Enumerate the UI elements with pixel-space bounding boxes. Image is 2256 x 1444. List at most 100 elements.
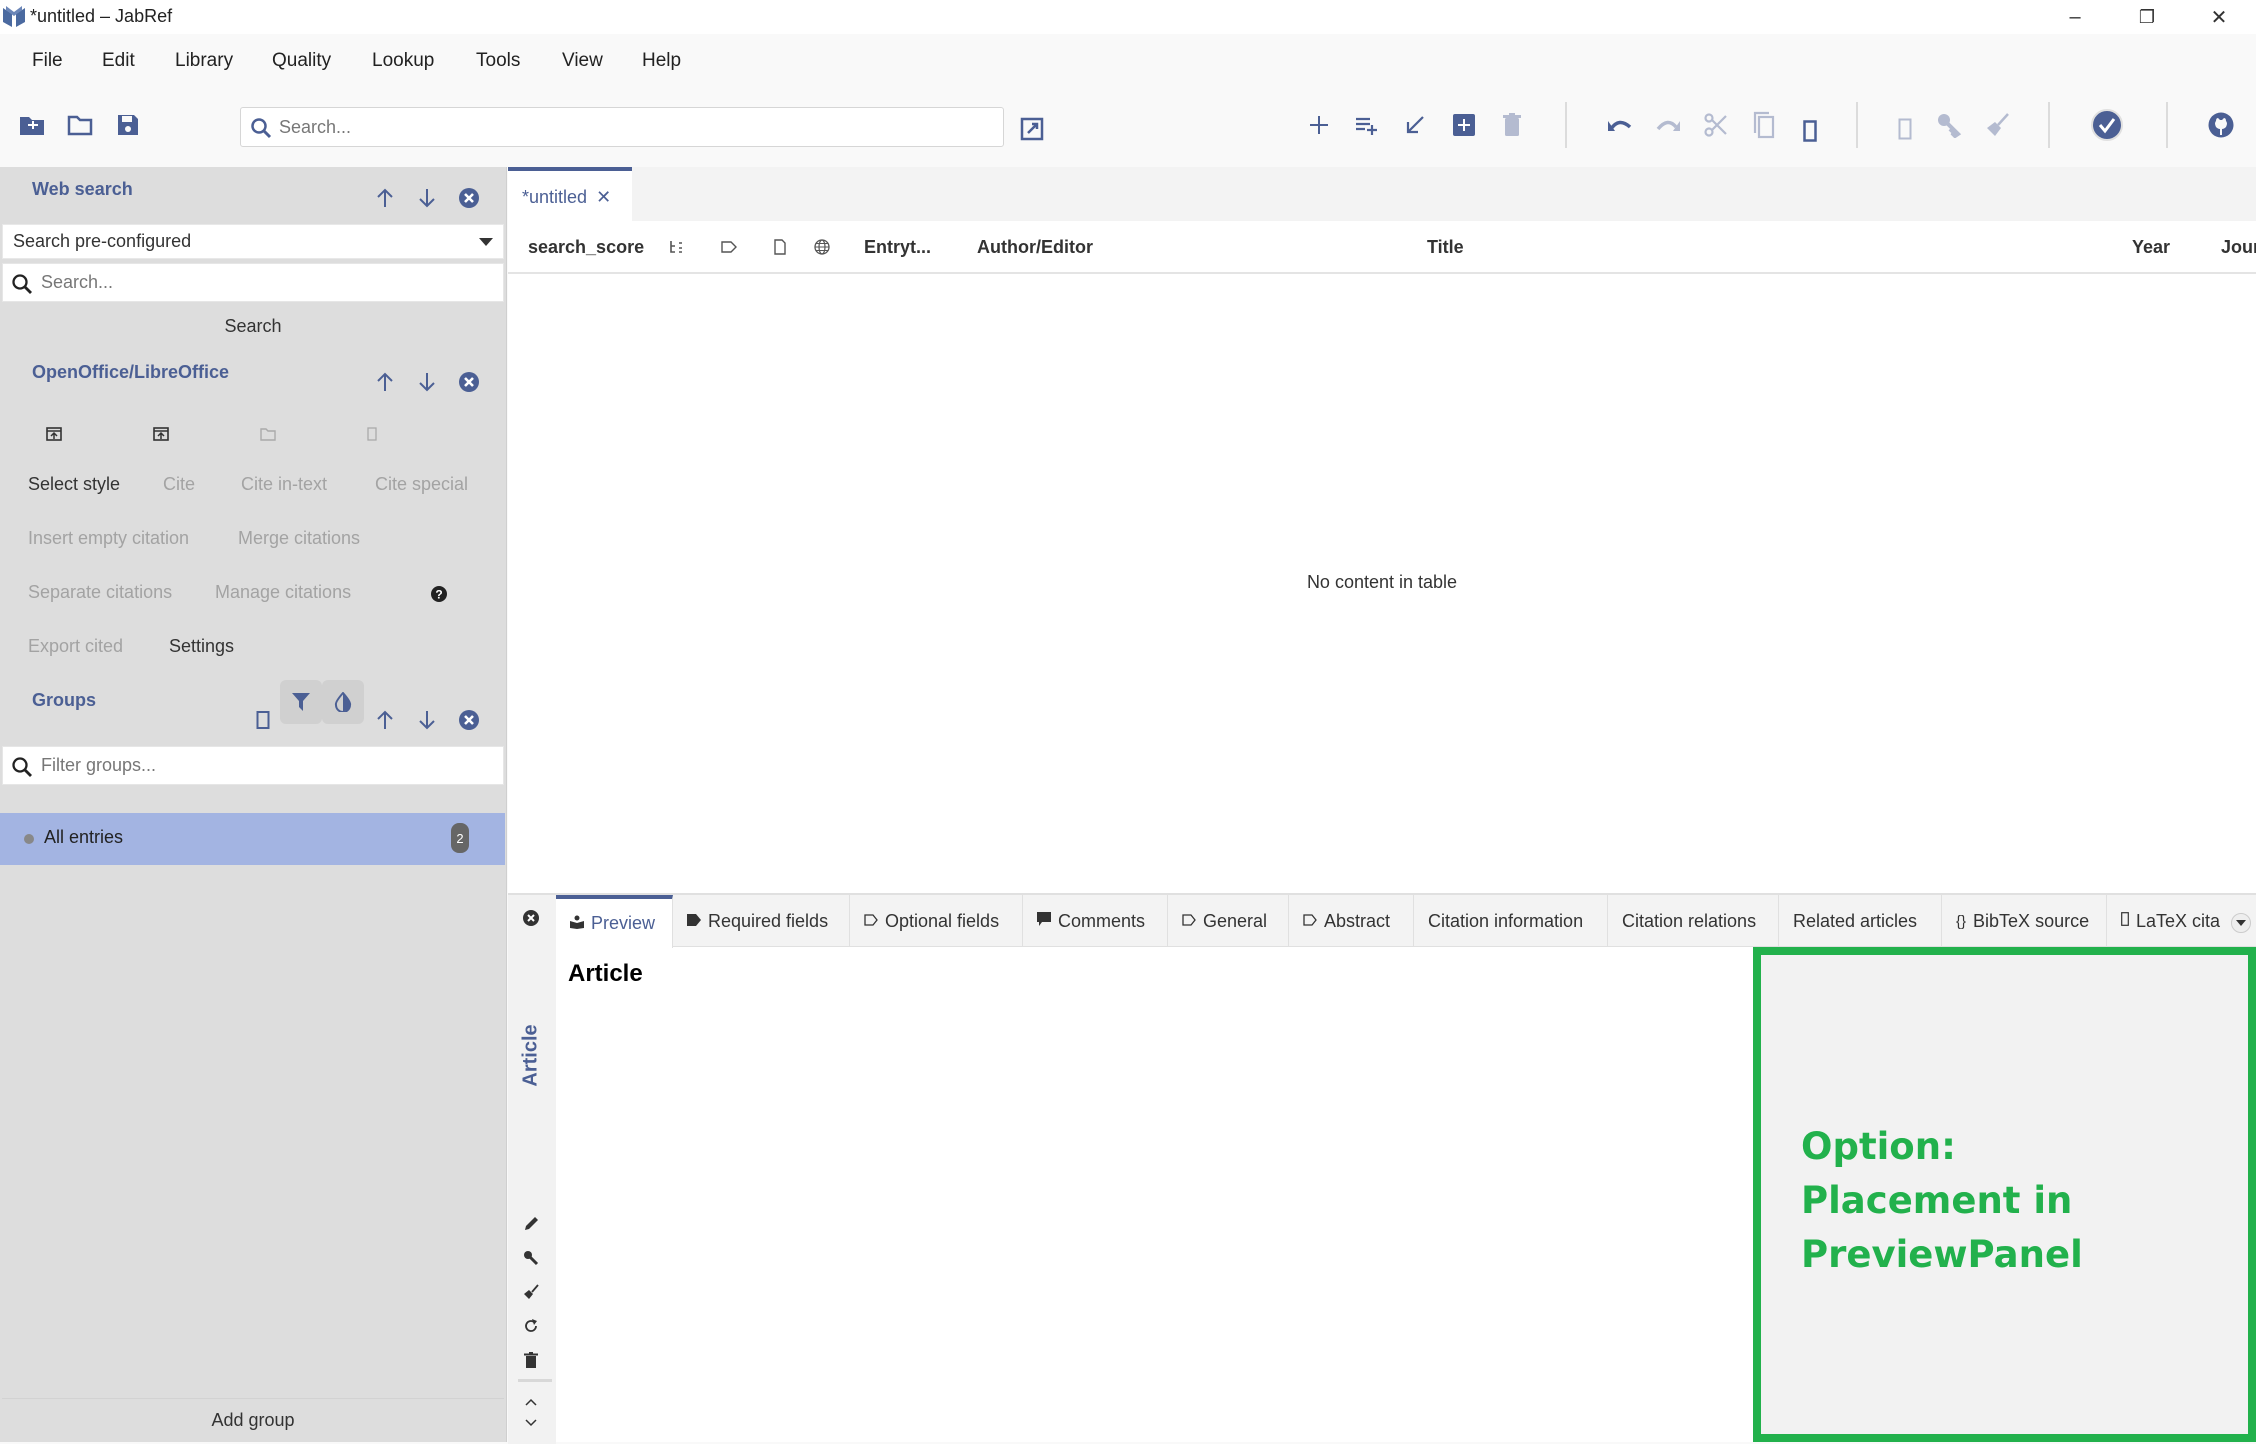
menu-edit[interactable]: Edit [102,50,135,72]
toolbar [0,88,2256,167]
close-window-button[interactable]: ✕ [2184,0,2254,34]
tab-preview[interactable]: Preview [556,895,673,948]
cleanup-icon[interactable] [520,1281,542,1303]
next-entry-icon[interactable] [520,1412,542,1434]
tab-required-fields[interactable]: Required fields [673,895,850,947]
toolbar-separator [1856,102,1858,148]
search-popout-icon[interactable] [1015,112,1049,146]
web-search-input[interactable] [41,264,491,301]
jabref-logo-icon [3,6,25,27]
delete-icon [1495,108,1529,142]
fetcher-select[interactable]: Search pre-configured [2,224,504,259]
tab-citation-relations[interactable]: Citation relations [1608,895,1779,947]
undo-icon[interactable] [1603,108,1637,142]
library-tab-untitled[interactable]: *untitled ✕ [508,167,632,221]
tab-optional-fields[interactable]: Optional fields [850,895,1023,947]
table-header: search_score Entryt... Author/Editor Tit… [508,221,2256,274]
filter-icon[interactable] [280,680,322,724]
connect-icon[interactable] [2,412,106,456]
menu-file[interactable]: File [32,50,63,72]
edit-pencil-icon[interactable] [520,1213,542,1235]
import-icon[interactable] [1398,108,1432,142]
new-entry-plus-icon[interactable] [1447,108,1481,142]
column-url-globe-icon[interactable] [811,236,833,258]
move-up-icon[interactable] [370,705,400,735]
group-label: All entries [44,827,124,847]
column-title[interactable]: Title [1427,237,1464,258]
tabs-overflow-dropdown-icon[interactable] [2231,913,2251,933]
group-count-badge: 2 [451,823,469,853]
previous-entry-icon[interactable] [520,1391,542,1413]
move-up-icon[interactable] [370,367,400,397]
export-cited-button: Export cited [28,636,124,656]
group-color-dot [24,834,34,844]
menu-help[interactable]: Help [642,50,681,72]
tab-related-articles[interactable]: Related articles [1779,895,1942,947]
column-file-icon[interactable] [769,236,791,258]
move-up-icon[interactable] [370,183,400,213]
filter-groups-input[interactable] [41,747,491,784]
column-year[interactable]: Year [2132,237,2170,258]
menu-quality[interactable]: Quality [272,50,331,72]
add-entry-from-id-icon[interactable] [1350,108,1384,142]
search-icon [12,757,32,777]
chevron-down-icon [479,238,493,246]
group-item-all-entries[interactable]: All entries 2 [0,813,505,865]
menu-view[interactable]: View [562,50,603,72]
new-group-icon[interactable] [248,705,278,735]
restore-button[interactable]: ❐ [2112,0,2182,34]
invert-selection-icon[interactable] [322,680,364,724]
add-entry-icon[interactable] [1302,108,1336,142]
column-group-icon[interactable] [666,236,688,258]
github-icon[interactable] [2204,108,2238,142]
select-style-button[interactable]: Select style [28,474,120,495]
move-down-icon[interactable] [412,705,442,735]
oo-settings-button[interactable]: Settings [169,636,234,657]
column-search-score[interactable]: search_score [528,237,644,258]
add-group-button[interactable]: Add group [2,1398,504,1442]
paste-icon[interactable] [1793,114,1827,148]
web-search-field[interactable] [2,263,504,302]
open-library-icon[interactable] [63,108,97,142]
close-pane-icon[interactable] [454,705,484,735]
new-library-icon[interactable] [15,108,49,142]
column-label-icon[interactable] [718,236,740,258]
tab-general[interactable]: General [1168,895,1289,947]
entry-type-vertical-label[interactable]: Article [511,1015,551,1095]
key-icon[interactable] [520,1247,542,1269]
close-editor-icon[interactable] [520,907,542,929]
minimize-button[interactable]: – [2040,0,2110,34]
close-pane-icon[interactable] [454,367,484,397]
refresh-icon[interactable] [520,1315,542,1337]
tab-comments[interactable]: Comments [1023,895,1168,947]
tab-abstract[interactable]: Abstract [1289,895,1414,947]
general-icon [1182,913,1196,930]
move-down-icon[interactable] [412,183,442,213]
openoffice-title: OpenOffice/LibreOffice [32,362,230,382]
help-icon[interactable]: ? [424,579,454,609]
manual-connect-icon[interactable] [109,412,213,456]
bibtex-icon: {} [1956,912,1967,930]
delete-icon[interactable] [520,1349,542,1371]
check-integrity-icon[interactable] [2090,108,2124,142]
tab-citation-information[interactable]: Citation information [1414,895,1608,947]
close-pane-icon[interactable] [454,183,484,213]
global-search-input[interactable] [279,108,979,146]
menu-lookup[interactable]: Lookup [372,50,434,72]
latex-icon [2121,912,2129,930]
column-author-editor[interactable]: Author/Editor [977,237,1093,258]
filter-groups-field[interactable] [2,746,504,785]
global-search-box[interactable] [240,107,1004,147]
column-journal[interactable]: Jour [2221,237,2256,258]
menu-tools[interactable]: Tools [476,50,520,72]
fetcher-select-value: Search pre-configured [13,231,192,251]
menu-library[interactable]: Library [175,50,233,72]
close-tab-icon[interactable]: ✕ [596,187,611,207]
web-search-button[interactable]: Search [2,304,504,348]
title-bar: *untitled – JabRef – ❐ ✕ [0,0,2256,34]
column-entrytype[interactable]: Entryt... [864,237,931,258]
move-down-icon[interactable] [412,367,442,397]
tab-latex-citations[interactable]: LaTeX cita [2107,895,2228,947]
tab-bibtex-source[interactable]: {} BibTeX source [1942,895,2107,947]
save-icon[interactable] [111,108,145,142]
